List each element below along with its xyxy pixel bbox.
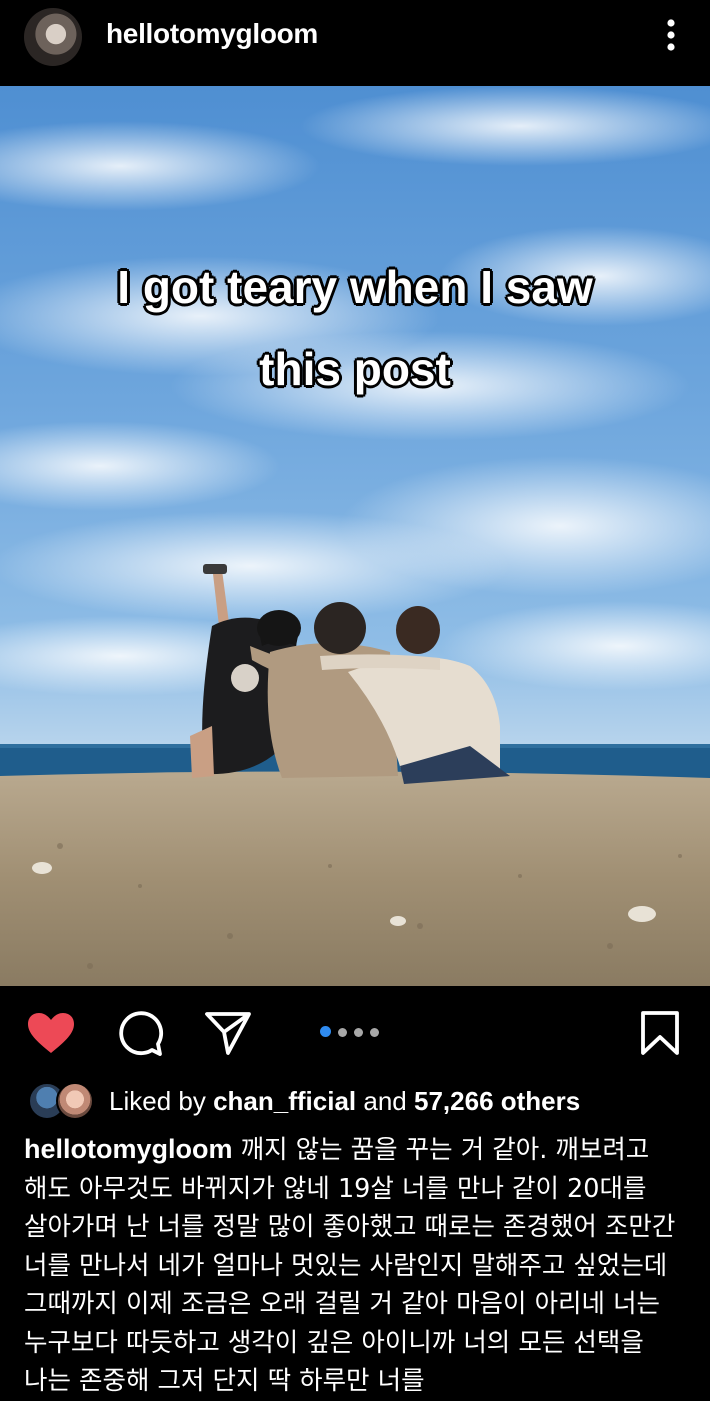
carousel-indicator: [320, 1024, 386, 1038]
post-header: hellotomygloom: [0, 0, 710, 86]
carousel-dot-3: [354, 1028, 363, 1037]
liker-avatar-2: [56, 1082, 94, 1120]
send-icon[interactable]: [204, 1010, 252, 1056]
more-vertical-icon[interactable]: [656, 16, 686, 56]
caption-username[interactable]: hellotomygloom: [24, 1134, 233, 1164]
post-image[interactable]: I got teary when I saw this post: [0, 86, 710, 986]
bookmark-icon[interactable]: [640, 1010, 680, 1056]
post-overlay-text: I got teary when I saw this post: [40, 246, 670, 410]
carousel-dot-4: [370, 1028, 379, 1037]
beach-photo: [0, 86, 710, 986]
carousel-dot-1: [320, 1026, 331, 1037]
caption-text: 깨지 않는 꿈을 꾸는 거 같아. 깨보려고 해도 아무것도 바뀌지가 않네 1…: [24, 1135, 676, 1396]
liked-by-row[interactable]: Liked by chan_fficial and 57,266 others: [0, 1080, 710, 1124]
liked-by-count[interactable]: 57,266 others: [414, 1086, 580, 1116]
liked-by-text: Liked by chan_fficial and 57,266 others: [109, 1086, 580, 1117]
heart-filled-icon[interactable]: [26, 1011, 76, 1055]
carousel-dot-2: [338, 1028, 347, 1037]
post-username[interactable]: hellotomygloom: [106, 18, 318, 50]
post-caption: hellotomygloom 깨지 않는 꿈을 꾸는 거 같아. 깨보려고 해도…: [24, 1130, 690, 1401]
user-avatar[interactable]: [24, 8, 82, 66]
overlay-line-2: this post: [259, 343, 451, 395]
liked-by-and: and: [363, 1086, 407, 1116]
comment-icon[interactable]: [116, 1010, 164, 1058]
liked-by-user[interactable]: chan_fficial: [213, 1086, 356, 1116]
overlay-line-1: I got teary when I saw: [117, 261, 593, 313]
liked-by-prefix: Liked by: [109, 1086, 206, 1116]
